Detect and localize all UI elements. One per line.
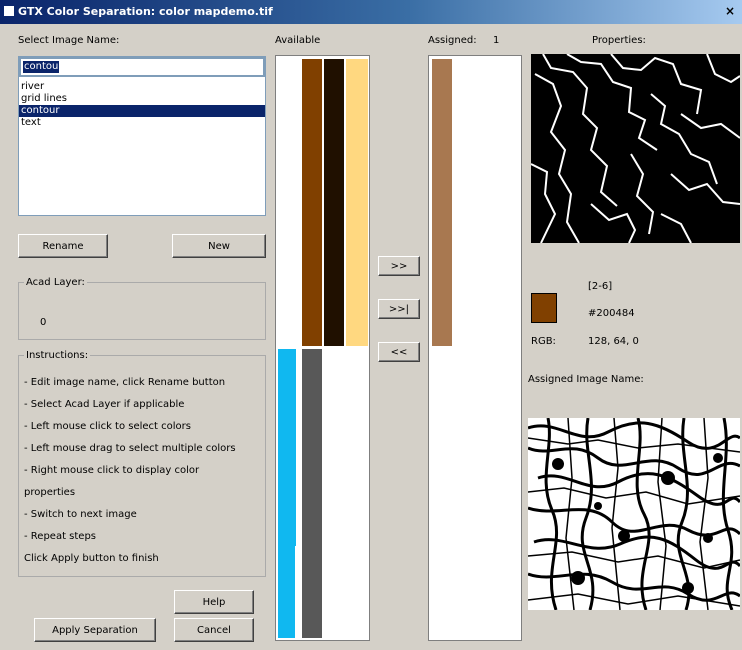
properties-label: Properties: [592, 35, 646, 46]
image-name-panel: contour river grid lines contour text [18, 56, 266, 216]
add-all-colors-button[interactable]: >>| [378, 299, 420, 319]
assigned-image-name-label: Assigned Image Name: [528, 374, 644, 385]
color-swatch-gray[interactable] [302, 349, 322, 638]
acad-layer-group [18, 282, 266, 340]
color-index: [2-6] [588, 281, 613, 292]
color-swatch-brown[interactable] [302, 59, 322, 346]
app-icon [4, 6, 14, 16]
list-item-text[interactable]: text [19, 117, 265, 129]
instruction-line: - Switch to next image [24, 509, 137, 520]
available-label: Available [275, 35, 321, 46]
rgb-label: RGB: [531, 336, 556, 347]
instructions-label: Instructions: [24, 350, 91, 361]
assigned-image-preview [527, 417, 742, 611]
select-image-label: Select Image Name: [18, 35, 120, 46]
cancel-button[interactable]: Cancel [174, 618, 254, 642]
available-colors-panel[interactable] [275, 55, 370, 641]
assigned-color-swatch[interactable] [432, 59, 452, 346]
color-swatch-preview [531, 293, 557, 323]
blue-strip-notch [295, 546, 298, 638]
color-swatch-dark-brown[interactable] [324, 59, 344, 346]
image-name-list[interactable]: river grid lines contour text [19, 81, 265, 129]
color-swatch-blue[interactable] [278, 349, 296, 638]
rename-button[interactable]: Rename [18, 234, 108, 258]
acad-layer-label: Acad Layer: [24, 277, 87, 288]
image-name-input-frame[interactable]: contour [19, 57, 265, 77]
contour-preview-graphic [530, 53, 741, 244]
instruction-line: - Left mouse click to select colors [24, 421, 191, 432]
instruction-line: Click Apply button to finish [24, 553, 159, 564]
assigned-image-graphic [527, 417, 742, 611]
new-button[interactable]: New [172, 234, 266, 258]
assigned-label: Assigned: [428, 35, 477, 46]
assigned-colors-panel[interactable] [428, 55, 522, 641]
assigned-count: 1 [493, 35, 500, 46]
instruction-line: - Left mouse drag to select multiple col… [24, 443, 236, 454]
help-button[interactable]: Help [174, 590, 254, 614]
list-item-contour[interactable]: contour [19, 105, 265, 117]
add-color-button[interactable]: >> [378, 256, 420, 276]
color-swatch-tan[interactable] [346, 59, 368, 346]
apply-separation-button[interactable]: Apply Separation [34, 618, 156, 642]
color-preview-image [530, 53, 741, 244]
instruction-line: - Right mouse click to display color [24, 465, 200, 476]
window-title: GTX Color Separation: color mapdemo.tif [18, 5, 273, 18]
remove-color-button[interactable]: << [378, 342, 420, 362]
rgb-value: 128, 64, 0 [588, 336, 639, 347]
image-name-input[interactable]: contour [24, 61, 62, 72]
list-item-grid-lines[interactable]: grid lines [19, 93, 265, 105]
instruction-line: - Select Acad Layer if applicable [24, 399, 185, 410]
acad-layer-value[interactable]: 0 [40, 317, 46, 328]
close-icon[interactable]: × [722, 4, 738, 19]
color-hex: #200484 [588, 308, 635, 319]
list-item-river[interactable]: river [19, 81, 265, 93]
instruction-line: properties [24, 487, 76, 498]
instruction-line: - Edit image name, click Rename button [24, 377, 226, 388]
title-bar: GTX Color Separation: color mapdemo.tif … [0, 0, 742, 24]
instruction-line: - Repeat steps [24, 531, 97, 542]
